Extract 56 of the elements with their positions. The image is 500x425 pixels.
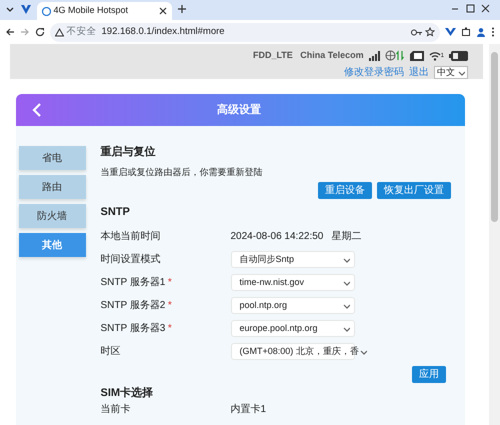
caret-icon xyxy=(457,68,465,76)
field-value: 内置卡1 xyxy=(230,402,266,416)
required-mark: * xyxy=(168,276,172,290)
browser-tab[interactable]: 4G Mobile Hotspot xyxy=(37,2,172,20)
sidebar-tab[interactable]: 省电 xyxy=(18,146,86,170)
menu-icon[interactable] xyxy=(491,27,495,37)
close-icon[interactable] xyxy=(159,7,167,15)
network-type: FDD_LTE xyxy=(252,49,293,62)
required-mark: * xyxy=(168,322,172,336)
caret-icon xyxy=(342,278,350,286)
carrier-name: China Telecom xyxy=(300,49,364,62)
sim-card-icon xyxy=(410,50,424,61)
extensions-icon[interactable] xyxy=(461,27,471,37)
section-title: SIM卡选择 xyxy=(100,386,154,401)
page-title: 高级设置 xyxy=(217,102,262,118)
dropdown-field[interactable]: time-nw.nist.gov xyxy=(230,274,354,291)
dropdown-field[interactable]: europe.pool.ntp.org xyxy=(230,320,354,337)
field-label: SNTP 服务器1 xyxy=(100,276,166,290)
key-icon[interactable] xyxy=(410,28,422,36)
field-label: 当前卡 xyxy=(100,402,130,416)
required-mark: * xyxy=(168,299,172,313)
apply-button[interactable]: 应用 xyxy=(412,366,446,382)
sidebar-tab[interactable]: 路由 xyxy=(18,175,86,199)
security-label: 不安全 xyxy=(66,24,96,39)
warning-icon xyxy=(55,28,64,36)
profile-icon[interactable] xyxy=(476,27,486,37)
language-select[interactable]: 中文 xyxy=(434,66,468,79)
field-label: 时区 xyxy=(100,344,120,359)
caret-icon xyxy=(342,302,350,310)
sidebar-tab[interactable]: 防火墙 xyxy=(18,204,86,228)
star-icon[interactable] xyxy=(425,27,435,37)
section-title: SNTP xyxy=(100,204,131,220)
signal-icon xyxy=(368,50,380,61)
reload-icon[interactable] xyxy=(35,27,45,37)
back-icon[interactable] xyxy=(5,27,15,37)
caret-icon xyxy=(342,324,350,332)
caret-icon xyxy=(358,348,367,356)
caret-icon xyxy=(342,256,350,264)
globe-data-icon xyxy=(384,50,405,62)
battery-icon xyxy=(449,50,468,61)
action-button[interactable]: 恢复出厂设置 xyxy=(377,182,451,198)
description: 当重启或复位路由器后，你需要重新登陆 xyxy=(100,166,264,178)
tab-title: 4G Mobile Hotspot xyxy=(54,4,130,18)
field-label: SNTP 服务器2 xyxy=(100,299,166,313)
action-button[interactable]: 重启设备 xyxy=(318,182,372,198)
field-label: SNTP 服务器3 xyxy=(100,322,166,336)
field-label: 本地当前时间 xyxy=(100,230,160,244)
dropdown-field[interactable]: 自动同步Sntp xyxy=(230,251,354,268)
url-field[interactable]: 192.168.0.1/index.html#more xyxy=(102,24,408,40)
v-logo-icon[interactable] xyxy=(445,27,456,37)
wifi-icon xyxy=(428,50,441,61)
dropdown-field[interactable]: pool.ntp.org xyxy=(230,297,354,314)
field-value: 2024-08-06 14:22:50 星期二 xyxy=(230,230,362,244)
scrollbar-thumb[interactable] xyxy=(491,52,498,222)
section-title: 重启与复位 xyxy=(100,144,156,160)
field-label: 时间设置模式 xyxy=(100,252,160,267)
